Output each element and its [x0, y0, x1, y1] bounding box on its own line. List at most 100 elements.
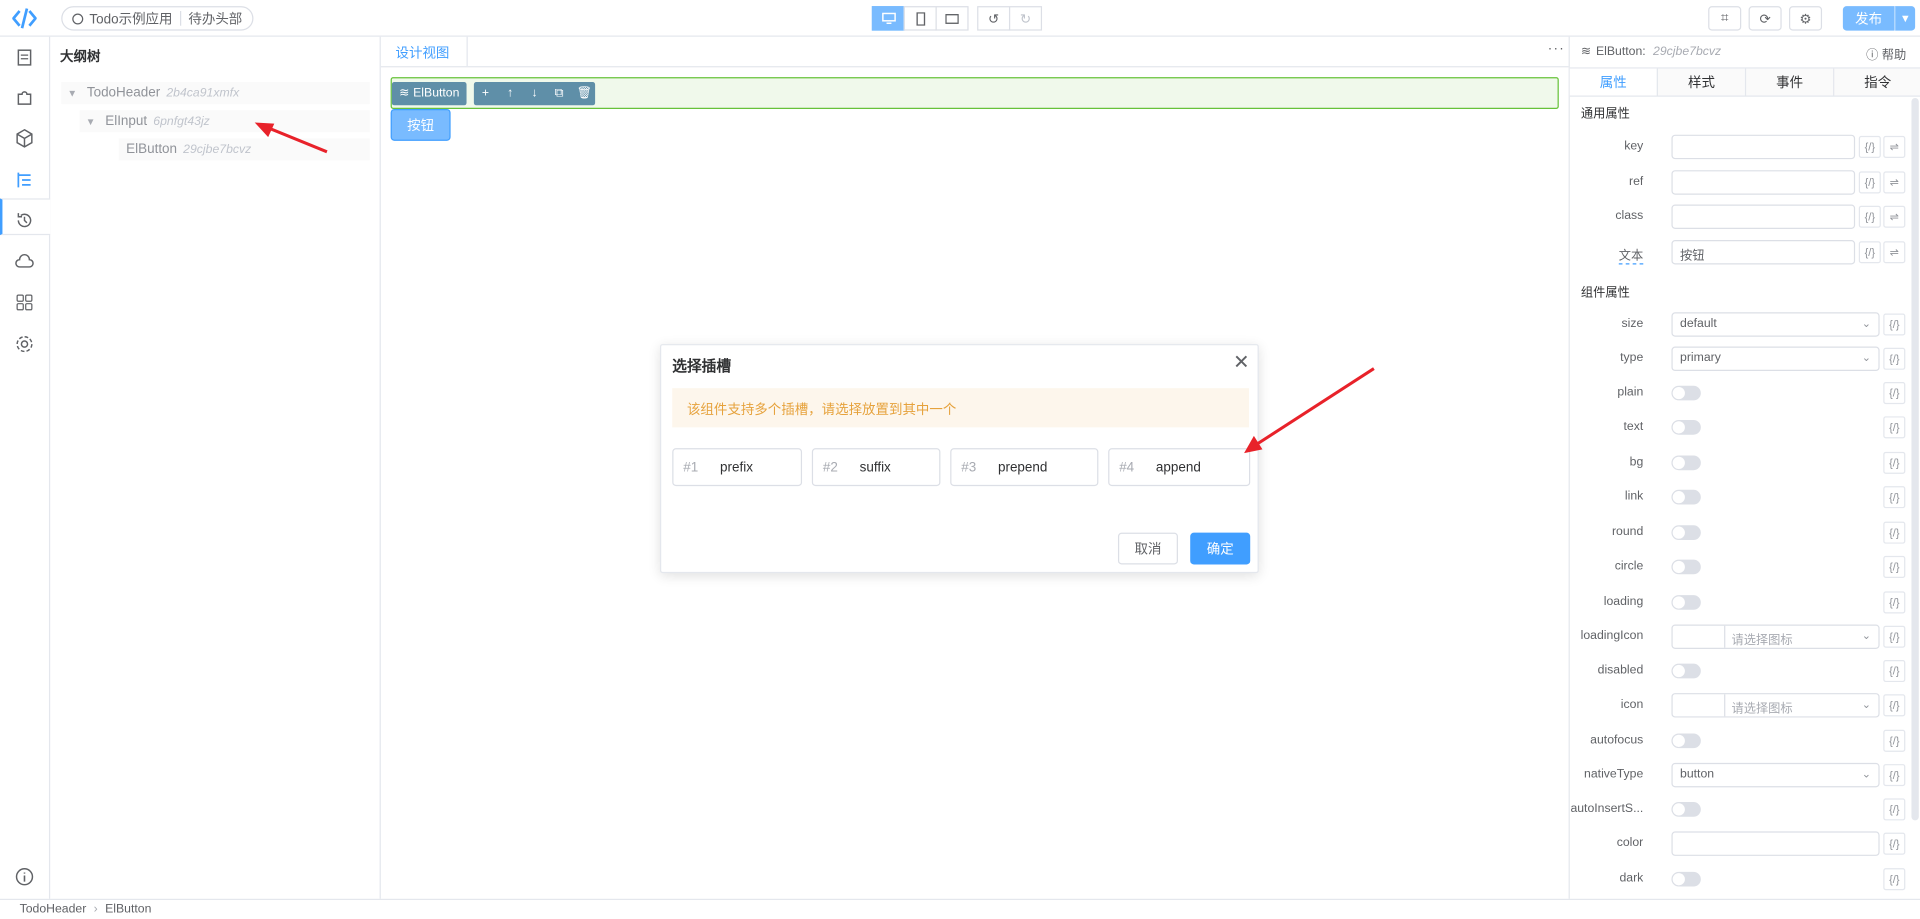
- text-input[interactable]: 按钮: [1671, 240, 1856, 265]
- cancel-button[interactable]: 取消: [1117, 532, 1178, 565]
- code-logo-icon[interactable]: [11, 7, 38, 29]
- bind-icon[interactable]: {/}: [1883, 555, 1906, 578]
- bind-icon[interactable]: {/}: [1883, 660, 1906, 683]
- bind-icon[interactable]: {/}: [1883, 416, 1906, 439]
- tree-node[interactable]: ▼ TodoHeader 2b4ca91xmfx: [61, 82, 370, 105]
- mobile-icon[interactable]: [903, 6, 937, 31]
- app-selector[interactable]: Todo示例应用 待办头部: [61, 6, 254, 31]
- bind-icon[interactable]: {/}: [1883, 625, 1906, 648]
- tab-attributes[interactable]: 属性: [1569, 68, 1657, 96]
- bind-icon[interactable]: {/}: [1883, 382, 1906, 405]
- redo-icon[interactable]: ↻: [1008, 6, 1043, 31]
- page-name[interactable]: 待办头部: [188, 9, 242, 29]
- plugin-icon[interactable]: [13, 87, 35, 109]
- undo-icon[interactable]: ↺: [977, 6, 1011, 31]
- slot-option-suffix[interactable]: #2 suffix: [811, 448, 941, 487]
- tab-design-view[interactable]: 设计视图: [396, 43, 450, 63]
- tree-node[interactable]: ElButton 29cjbe7bcvz: [118, 138, 370, 161]
- component-icon[interactable]: [13, 127, 35, 149]
- size-select[interactable]: default ⌄: [1671, 312, 1880, 337]
- ref-input[interactable]: [1671, 170, 1856, 195]
- bind-icon[interactable]: {/}: [1858, 171, 1881, 194]
- apps-icon[interactable]: [13, 291, 35, 313]
- bind-icon[interactable]: {/}: [1858, 241, 1881, 264]
- info-icon[interactable]: [13, 866, 35, 888]
- canvas-button[interactable]: 按钮: [390, 108, 451, 141]
- add-icon[interactable]: +: [479, 87, 492, 100]
- chevron-down-icon[interactable]: ▼: [1894, 6, 1916, 31]
- tab-events[interactable]: 事件: [1744, 68, 1834, 96]
- class-input[interactable]: [1671, 204, 1856, 229]
- publish-button[interactable]: 发布: [1842, 6, 1895, 31]
- bind-icon[interactable]: {/}: [1883, 313, 1906, 336]
- color-input[interactable]: [1671, 831, 1880, 856]
- loading-toggle[interactable]: [1671, 595, 1701, 610]
- bind-icon[interactable]: {/}: [1883, 798, 1906, 821]
- bind-icon[interactable]: {/}: [1883, 486, 1906, 509]
- bind-icon[interactable]: {/}: [1883, 729, 1906, 752]
- text-toggle[interactable]: [1671, 420, 1701, 435]
- sync-icon[interactable]: ⇌: [1883, 171, 1906, 194]
- bind-icon[interactable]: {/}: [1883, 591, 1906, 614]
- bind-icon[interactable]: {/}: [1858, 205, 1881, 228]
- slot-option-append[interactable]: #4 append: [1108, 448, 1251, 487]
- autofocus-toggle[interactable]: [1671, 733, 1701, 749]
- sync-icon[interactable]: ⇌: [1883, 135, 1906, 158]
- tree-node[interactable]: ▼ ElInput 6pnfgt43jz: [79, 110, 370, 133]
- more-icon[interactable]: ···: [1548, 42, 1565, 57]
- selected-component-tag[interactable]: ≋ ElButton: [391, 82, 467, 106]
- link-toggle[interactable]: [1671, 489, 1701, 505]
- caret-down-icon[interactable]: ▼: [86, 116, 96, 127]
- breadcrumb-item[interactable]: TodoHeader: [20, 902, 87, 915]
- tab-styles[interactable]: 样式: [1656, 68, 1745, 96]
- tablet-icon[interactable]: [935, 6, 969, 31]
- slot-option-prefix[interactable]: #1 prefix: [672, 448, 803, 487]
- component-name: ElButton:: [1596, 45, 1646, 59]
- bind-icon[interactable]: {/}: [1883, 451, 1906, 474]
- bind-icon[interactable]: {/}: [1883, 764, 1906, 787]
- bind-icon[interactable]: {/}: [1883, 868, 1906, 891]
- icon-picker[interactable]: 请选择图标 ⌄: [1671, 693, 1880, 718]
- auto-insert-space-toggle[interactable]: [1671, 802, 1701, 817]
- settings-icon[interactable]: [13, 333, 35, 355]
- dark-toggle[interactable]: [1671, 871, 1701, 887]
- copy-icon[interactable]: ⧉: [552, 87, 565, 100]
- help-link[interactable]: ⓘ 帮助: [1866, 44, 1906, 62]
- sync-icon[interactable]: ⇌: [1883, 205, 1906, 228]
- move-up-icon[interactable]: ↑: [503, 87, 516, 100]
- confirm-button[interactable]: 确定: [1190, 532, 1251, 565]
- bind-icon[interactable]: {/}: [1883, 694, 1906, 717]
- breadcrumb-item[interactable]: ElButton: [105, 902, 151, 915]
- type-select[interactable]: primary ⌄: [1671, 346, 1880, 372]
- native-type-select[interactable]: button ⌄: [1671, 762, 1880, 788]
- props-scrollbar[interactable]: [1911, 97, 1919, 821]
- round-toggle[interactable]: [1671, 525, 1701, 541]
- api-cloud-icon[interactable]: [13, 251, 35, 273]
- move-down-icon[interactable]: ↓: [528, 87, 541, 100]
- caret-down-icon[interactable]: ▼: [67, 88, 77, 99]
- outline-tree-icon[interactable]: [13, 169, 35, 191]
- key-input[interactable]: [1671, 134, 1856, 160]
- page-icon[interactable]: [13, 47, 35, 69]
- refresh-icon[interactable]: ⟳: [1748, 6, 1782, 31]
- bind-icon[interactable]: {/}: [1883, 832, 1906, 855]
- plain-toggle[interactable]: [1671, 385, 1701, 401]
- settings-icon[interactable]: ⚙: [1788, 6, 1823, 31]
- history-icon[interactable]: [13, 209, 35, 231]
- loading-icon-picker[interactable]: 请选择图标 ⌄: [1671, 624, 1880, 649]
- qrcode-icon[interactable]: ⌗: [1708, 6, 1742, 31]
- slot-option-prepend[interactable]: #3 prepend: [950, 448, 1099, 487]
- prop-row-disabled: disabled {/}: [1570, 659, 1920, 683]
- tab-directives[interactable]: 指令: [1833, 68, 1920, 96]
- bind-icon[interactable]: {/}: [1883, 347, 1906, 370]
- sync-icon[interactable]: ⇌: [1883, 241, 1906, 264]
- bind-icon[interactable]: {/}: [1858, 135, 1881, 158]
- bind-icon[interactable]: {/}: [1883, 521, 1906, 544]
- disabled-toggle[interactable]: [1671, 663, 1701, 679]
- desktop-icon[interactable]: [871, 6, 905, 31]
- component-id: 29cjbe7bcvz: [1653, 45, 1722, 59]
- circle-toggle[interactable]: [1671, 559, 1701, 575]
- bg-toggle[interactable]: [1671, 455, 1701, 471]
- delete-icon[interactable]: 🗑: [577, 87, 593, 100]
- close-icon[interactable]: ✕: [1233, 350, 1249, 374]
